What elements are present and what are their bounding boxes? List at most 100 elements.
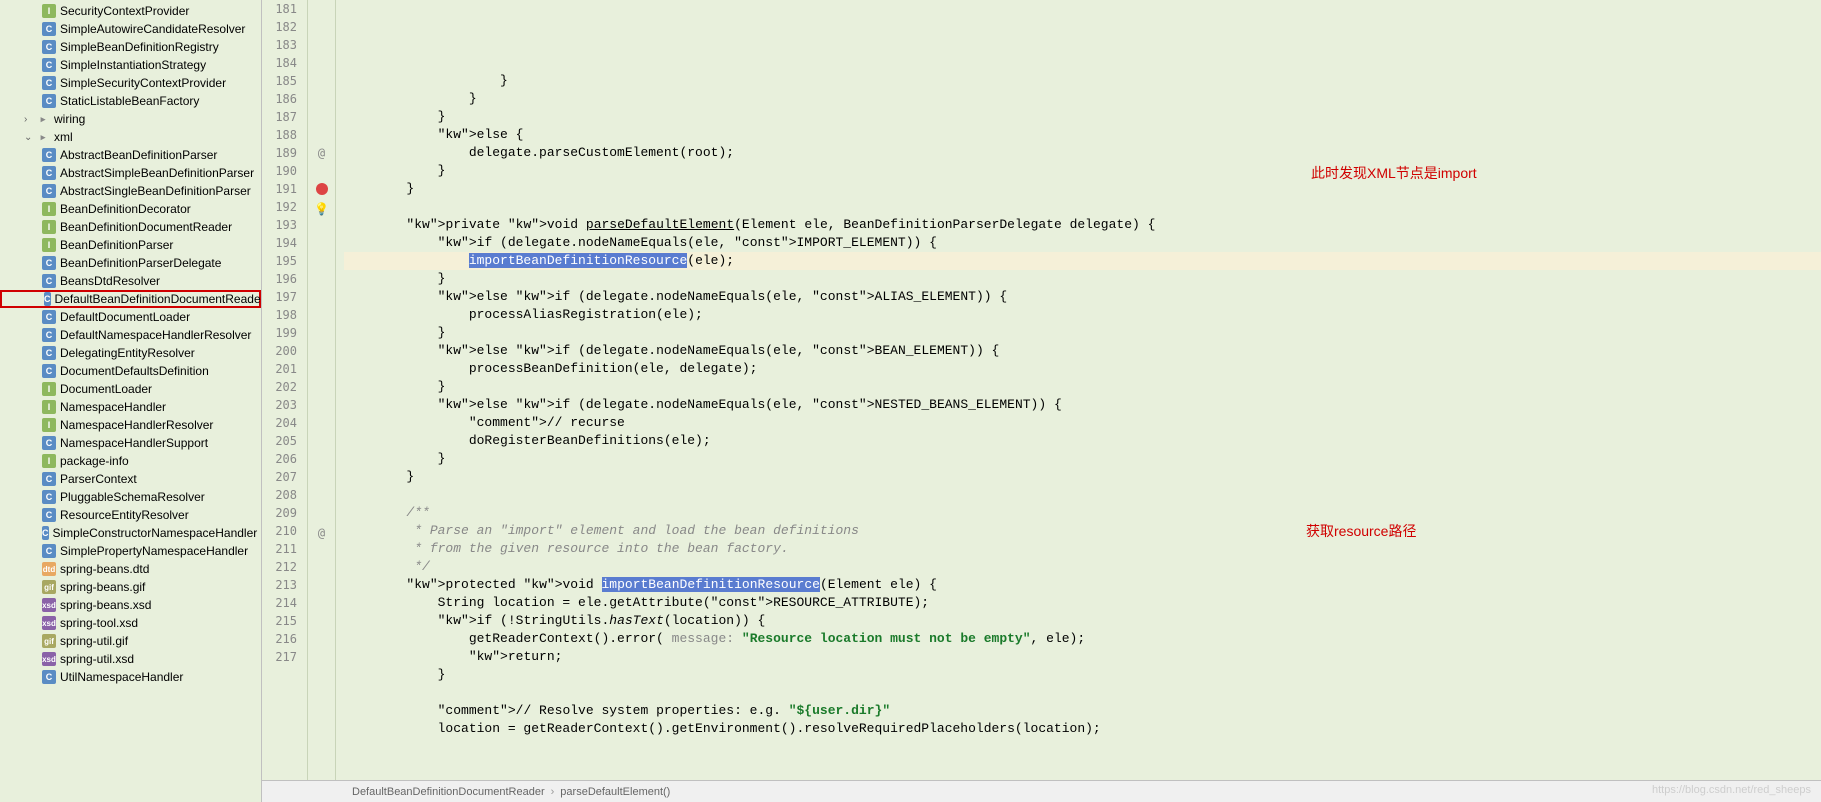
code-line[interactable]: "kw">else "kw">if (delegate.nodeNameEqua… xyxy=(344,342,1821,360)
line-number[interactable]: 215 xyxy=(262,612,297,630)
tree-item-staticlistablebeanfactory[interactable]: CStaticListableBeanFactory xyxy=(0,92,261,110)
code-line[interactable]: "kw">protected "kw">void importBeanDefin… xyxy=(344,576,1821,594)
line-number[interactable]: 190 xyxy=(262,162,297,180)
gutter-icon-cell[interactable] xyxy=(308,488,335,506)
line-number[interactable]: 214 xyxy=(262,594,297,612)
line-number[interactable]: 182 xyxy=(262,18,297,36)
code-line[interactable]: "kw">private "kw">void parseDefaultEleme… xyxy=(344,216,1821,234)
code-line[interactable] xyxy=(344,486,1821,504)
gutter-icon-cell[interactable] xyxy=(308,72,335,90)
tree-item-abstractbeandefinitionparser[interactable]: CAbstractBeanDefinitionParser xyxy=(0,146,261,164)
code-line[interactable]: } xyxy=(344,180,1821,198)
line-number[interactable]: 209 xyxy=(262,504,297,522)
tree-item-beandefinitionparser[interactable]: IBeanDefinitionParser xyxy=(0,236,261,254)
gutter-icon-cell[interactable] xyxy=(308,398,335,416)
gutter-icon-cell[interactable] xyxy=(308,470,335,488)
code-editor[interactable]: 此时发现XML节点是import 获取resource路径 } } } "kw"… xyxy=(336,0,1821,780)
line-number[interactable]: 192 xyxy=(262,198,297,216)
gutter-icon-cell[interactable] xyxy=(308,362,335,380)
code-line[interactable]: /** xyxy=(344,504,1821,522)
code-line[interactable]: } xyxy=(344,468,1821,486)
gutter-icon-cell[interactable] xyxy=(308,452,335,470)
code-line[interactable]: } xyxy=(344,324,1821,342)
code-line[interactable]: processBeanDefinition(ele, delegate); xyxy=(344,360,1821,378)
code-line[interactable]: delegate.parseCustomElement(root); xyxy=(344,144,1821,162)
expand-icon[interactable]: ⌄ xyxy=(24,132,36,143)
code-line[interactable] xyxy=(344,198,1821,216)
line-number[interactable]: 197 xyxy=(262,288,297,306)
line-number[interactable]: 195 xyxy=(262,252,297,270)
line-number[interactable]: 189 xyxy=(262,144,297,162)
tree-item-spring-util-gif[interactable]: gifspring-util.gif xyxy=(0,632,261,650)
line-number-gutter[interactable]: 1811821831841851861871881891901911921931… xyxy=(262,0,308,780)
line-number[interactable]: 196 xyxy=(262,270,297,288)
gutter-icon-cell[interactable] xyxy=(308,344,335,362)
tree-item-spring-beans-dtd[interactable]: dtdspring-beans.dtd xyxy=(0,560,261,578)
gutter-icon-cell[interactable] xyxy=(308,254,335,272)
gutter-icon-cell[interactable] xyxy=(308,380,335,398)
gutter-icon-cell[interactable] xyxy=(308,434,335,452)
override-icon[interactable]: @ xyxy=(318,526,325,540)
gutter-icon-cell[interactable] xyxy=(308,162,335,180)
gutter-icon-cell[interactable] xyxy=(308,126,335,144)
gutter-icon-cell[interactable] xyxy=(308,218,335,236)
gutter-icon-cell[interactable]: @ xyxy=(308,144,335,162)
code-line[interactable]: doRegisterBeanDefinitions(ele); xyxy=(344,432,1821,450)
gutter-icon-cell[interactable] xyxy=(308,506,335,524)
code-line[interactable]: * from the given resource into the bean … xyxy=(344,540,1821,558)
code-line[interactable]: "comment">// recurse xyxy=(344,414,1821,432)
line-number[interactable]: 201 xyxy=(262,360,297,378)
tree-item-defaultdocumentloader[interactable]: CDefaultDocumentLoader xyxy=(0,308,261,326)
gutter-icon-cell[interactable] xyxy=(308,54,335,72)
tree-item-abstractsimplebeandefinitionparser[interactable]: CAbstractSimpleBeanDefinitionParser xyxy=(0,164,261,182)
tree-item-simplebeandefinitionregistry[interactable]: CSimpleBeanDefinitionRegistry xyxy=(0,38,261,56)
code-line[interactable]: "kw">else "kw">if (delegate.nodeNameEqua… xyxy=(344,288,1821,306)
code-line[interactable]: "kw">if (delegate.nodeNameEquals(ele, "c… xyxy=(344,234,1821,252)
gutter-icon-cell[interactable] xyxy=(308,326,335,344)
code-line[interactable]: } xyxy=(344,108,1821,126)
code-line[interactable]: importBeanDefinitionResource(ele); xyxy=(344,252,1821,270)
breadcrumb-bar[interactable]: DefaultBeanDefinitionDocumentReader › pa… xyxy=(262,780,1821,802)
line-number[interactable]: 191 xyxy=(262,180,297,198)
line-number[interactable]: 216 xyxy=(262,630,297,648)
tree-item-beansdtdresolver[interactable]: CBeansDtdResolver xyxy=(0,272,261,290)
line-number[interactable]: 186 xyxy=(262,90,297,108)
line-number[interactable]: 184 xyxy=(262,54,297,72)
code-line[interactable]: "kw">return; xyxy=(344,648,1821,666)
gutter-icon-cell[interactable] xyxy=(308,236,335,254)
line-number[interactable]: 193 xyxy=(262,216,297,234)
tree-item-namespacehandlersupport[interactable]: CNamespaceHandlerSupport xyxy=(0,434,261,452)
project-tree-sidebar[interactable]: ISecurityContextProviderCSimpleAutowireC… xyxy=(0,0,262,802)
tree-item-documentdefaultsdefinition[interactable]: CDocumentDefaultsDefinition xyxy=(0,362,261,380)
line-number[interactable]: 203 xyxy=(262,396,297,414)
line-number[interactable]: 206 xyxy=(262,450,297,468)
tree-item-beandefinitiondecorator[interactable]: IBeanDefinitionDecorator xyxy=(0,200,261,218)
code-line[interactable]: "comment">// Resolve system properties: … xyxy=(344,702,1821,720)
gutter-icon-cell[interactable] xyxy=(308,614,335,632)
tree-item-abstractsinglebeandefinitionparser[interactable]: CAbstractSingleBeanDefinitionParser xyxy=(0,182,261,200)
line-number[interactable]: 187 xyxy=(262,108,297,126)
line-number[interactable]: 199 xyxy=(262,324,297,342)
tree-item-simpleconstructornamespacehandler[interactable]: CSimpleConstructorNamespaceHandler xyxy=(0,524,261,542)
override-icon[interactable]: @ xyxy=(318,146,325,160)
tree-item-package-info[interactable]: Ipackage-info xyxy=(0,452,261,470)
gutter-icon-cell[interactable] xyxy=(308,632,335,650)
tree-item-simpleinstantiationstrategy[interactable]: CSimpleInstantiationStrategy xyxy=(0,56,261,74)
gutter-icon-cell[interactable] xyxy=(308,36,335,54)
tree-item-simplepropertynamespacehandler[interactable]: CSimplePropertyNamespaceHandler xyxy=(0,542,261,560)
line-number[interactable]: 205 xyxy=(262,432,297,450)
tree-item-beandefinitiondocumentreader[interactable]: IBeanDefinitionDocumentReader xyxy=(0,218,261,236)
tree-item-spring-tool-xsd[interactable]: xsdspring-tool.xsd xyxy=(0,614,261,632)
tree-item-pluggableschemaresolver[interactable]: CPluggableSchemaResolver xyxy=(0,488,261,506)
gutter-icon-cell[interactable] xyxy=(308,290,335,308)
line-number[interactable]: 213 xyxy=(262,576,297,594)
line-number[interactable]: 194 xyxy=(262,234,297,252)
breadcrumb-file[interactable]: DefaultBeanDefinitionDocumentReader xyxy=(352,786,545,798)
code-line[interactable]: * Parse an "import" element and load the… xyxy=(344,522,1821,540)
gutter-icon-cell[interactable]: @ xyxy=(308,524,335,542)
gutter-icon-cell[interactable] xyxy=(308,596,335,614)
tree-item-simplesecuritycontextprovider[interactable]: CSimpleSecurityContextProvider xyxy=(0,74,261,92)
line-number[interactable]: 200 xyxy=(262,342,297,360)
expand-icon[interactable]: › xyxy=(24,114,36,125)
gutter-icon-cell[interactable] xyxy=(308,90,335,108)
